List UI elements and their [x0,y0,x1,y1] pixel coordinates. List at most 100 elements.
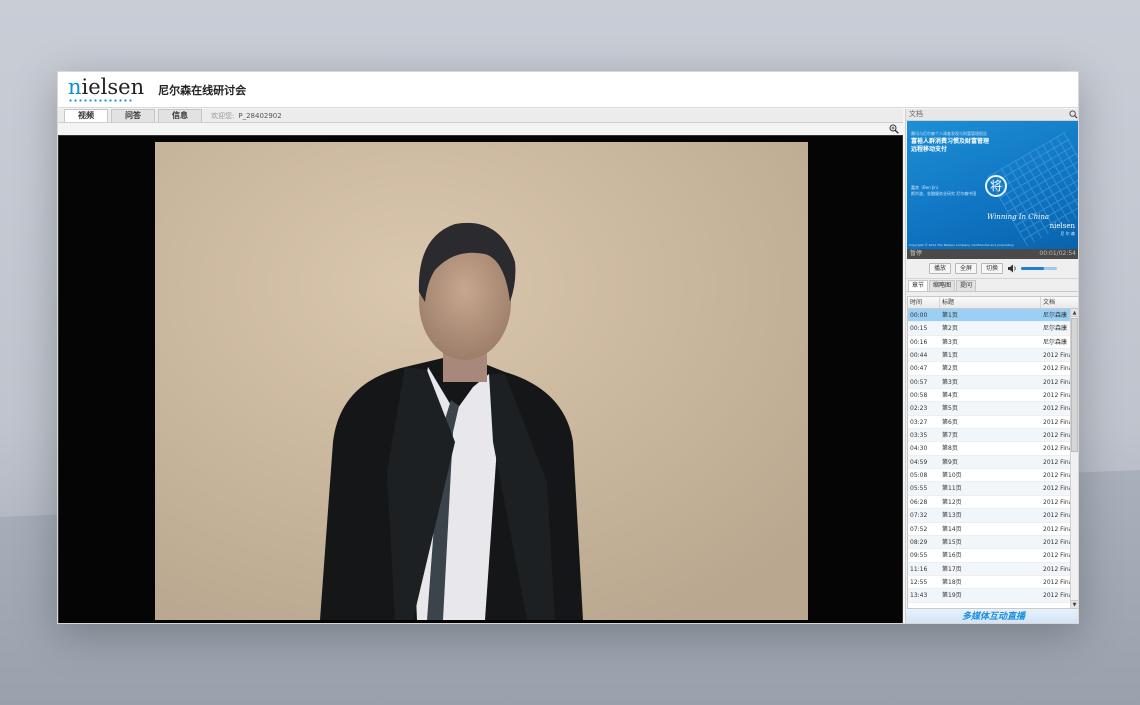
chapter-doc: 2012 Fina [1043,445,1072,453]
document-slide[interactable]: 腾讯与尼尔森个人调查发现与财富管理报告 富裕人群消费习惯及财富管理 远程移动支付… [907,121,1078,249]
chapter-row[interactable]: 07:52 第14页 2012 Fina [908,523,1073,536]
chapter-title: 第15页 [942,538,962,546]
chapter-doc: 尼尔森康 [1043,338,1068,346]
chapter-title: 第9页 [942,458,958,466]
chapter-title: 第19页 [942,592,962,600]
chapter-time: 07:32 [910,512,928,520]
chapter-title: 第8页 [942,445,958,453]
column-time[interactable]: 时间 [908,297,940,308]
tab-thumbnails[interactable]: 缩略图 [929,280,956,291]
slide-handwriting: Winning In China [987,213,1050,221]
chapter-row[interactable]: 00:15 第2页 尼尔森康 [908,322,1073,336]
chapter-row[interactable]: 00:47 第2页 2012 Fina [908,362,1073,376]
chapter-row[interactable]: 09:55 第16页 2012 Fina [908,549,1073,563]
zoom-in-icon[interactable] [889,124,899,134]
magnifier-icon[interactable] [1069,110,1078,119]
chapter-time: 00:57 [910,378,928,386]
switch-button[interactable]: 切换 [981,263,1004,274]
chapter-rows: 00:00 第1页 尼尔森康 00:15 第2页 尼尔森康 00:16 第3页 尼尔森康 00:4… [908,309,1073,603]
chapter-row[interactable]: 00:58 第4页 2012 Fina [908,389,1073,403]
chapter-row[interactable]: 00:57 第3页 2012 Fina [908,375,1073,390]
slide-subtitle: 腾讯与尼尔森个人调查发现与财富管理报告 [911,131,987,136]
welcome-label: 欢迎您: [211,112,235,120]
tab-video[interactable]: 视频 [64,109,108,122]
chapter-title: 第14页 [942,525,962,533]
logo-dots [68,99,132,102]
tab-questions[interactable]: 提问 [956,280,977,291]
slide-footer: Copyright © 2012 The Nielsen Company. Co… [909,243,1015,247]
slide-info: 嘉宾（Ben Jin） 斯尔波、金融服务业研究 尼尔森中国 [911,185,977,196]
chapter-doc: 2012 Fina [1043,418,1072,426]
main-tabs: 视频 问答 信息 欢迎您: P_28402902 [58,109,903,123]
slide-title: 富裕人群消费习惯及财富管理 远程移动支付 [911,138,989,154]
column-doc[interactable]: 文档 [1041,297,1072,308]
presenter-image [155,142,808,620]
chapter-time: 00:00 [910,312,928,319]
chapter-row[interactable]: 11:16 第17页 2012 Fina [908,562,1073,576]
speaker-icon[interactable] [1007,264,1017,273]
player-controls: 播放 全屏 切换 [906,259,1078,279]
top-header: nielsen 尼尔森在线研讨会 [58,72,1078,108]
player-time: 00:01/02:54 [1039,250,1076,257]
volume-slider[interactable] [1021,267,1058,270]
column-title[interactable]: 标题 [940,297,1041,308]
chapter-doc: 2012 Fina [1043,578,1072,586]
tab-qa[interactable]: 问答 [111,109,155,122]
chapter-row[interactable]: 03:27 第6页 2012 Fina [908,416,1073,430]
chapter-doc: 2012 Fina [1043,498,1072,506]
chapter-row[interactable]: 00:44 第1页 2012 Fina [908,349,1073,363]
chapter-row[interactable]: 13:43 第19页 2012 Fina [908,589,1073,603]
slide-logo-text: nielsen [1049,222,1075,230]
video-player[interactable] [58,135,903,623]
welcome-text: 欢迎您: P_28402902 [211,110,282,122]
chapter-list-header: 时间 标题 文档 [908,297,1078,309]
slide-title-line1: 富裕人群消费习惯及财富管理 [911,138,990,145]
chapter-title: 第12页 [942,498,962,506]
chapter-time: 02:23 [910,405,928,413]
chapter-row[interactable]: 12:55 第18页 2012 Fina [908,576,1073,590]
chapter-doc: 2012 Fina [1043,392,1072,400]
chapter-scrollbar[interactable]: ▲ ▼ [1070,309,1078,608]
chapter-row[interactable]: 05:08 第10页 2012 Fina [908,469,1073,483]
chapter-doc: 2012 Fina [1043,432,1072,440]
footer-banner: 多媒体互动直播 [906,609,1078,623]
chapter-row[interactable]: 04:30 第8页 2012 Fina [908,442,1073,456]
chapter-doc: 2012 Fina [1043,592,1072,600]
chapter-doc: 2012 Fina [1043,472,1072,480]
chapter-row[interactable]: 00:16 第3页 尼尔森康 [908,336,1073,350]
chapter-row[interactable]: 05:55 第11页 2012 Fina [908,482,1073,496]
chapter-row[interactable]: 03:35 第7页 2012 Fina [908,429,1073,443]
chapter-row[interactable]: 04:59 第9页 2012 Fina [908,455,1073,470]
chapter-row[interactable]: 08:29 第15页 2012 Fina [908,535,1073,550]
chapter-time: 12:55 [910,578,928,586]
player-status-bar: 暂停 00:01/02:54 [907,249,1078,259]
chapter-time: 00:15 [910,325,928,333]
chapter-title: 第5页 [942,405,958,413]
doc-header-label: 文档 [909,110,923,118]
chapter-doc: 2012 Fina [1043,565,1072,573]
video-toolbar [58,123,903,135]
chapter-row[interactable]: 00:00 第1页 尼尔森康 [908,309,1073,323]
slide-title-line2: 远程移动支付 [911,146,948,153]
tab-info[interactable]: 信息 [158,109,202,122]
chapter-doc: 尼尔森康 [1043,312,1068,319]
play-button[interactable]: 播放 [928,263,951,274]
tab-chapters[interactable]: 章节 [908,280,929,291]
chapter-row[interactable]: 07:32 第13页 2012 Fina [908,509,1073,523]
chapter-list: 时间 标题 文档 00:00 第1页 尼尔森康 00:15 第2页 尼尔森康 00:16 第3… [907,296,1078,609]
chapter-time: 00:44 [910,352,928,360]
right-panel: 文档 腾讯与尼尔森个人调查发现与财富管理报告 富裕人群消费习惯及财富管理 远程移… [905,109,1078,623]
chapter-doc: 2012 Fina [1043,378,1072,386]
chapter-title: 第17页 [942,565,962,573]
volume-fill [1021,267,1045,270]
scroll-thumb[interactable] [1071,318,1078,452]
chapter-row[interactable]: 02:23 第5页 2012 Fina [908,402,1073,416]
chapter-time: 13:43 [910,592,928,600]
scroll-up-icon[interactable]: ▲ [1071,309,1078,317]
chapter-doc: 2012 Fina [1043,405,1072,413]
scroll-down-icon[interactable]: ▼ [1071,600,1078,608]
player-status: 暂停 [910,250,923,257]
chapter-time: 06:28 [910,498,928,506]
fullscreen-button[interactable]: 全屏 [954,263,977,274]
chapter-row[interactable]: 06:28 第12页 2012 Fina [908,496,1073,510]
